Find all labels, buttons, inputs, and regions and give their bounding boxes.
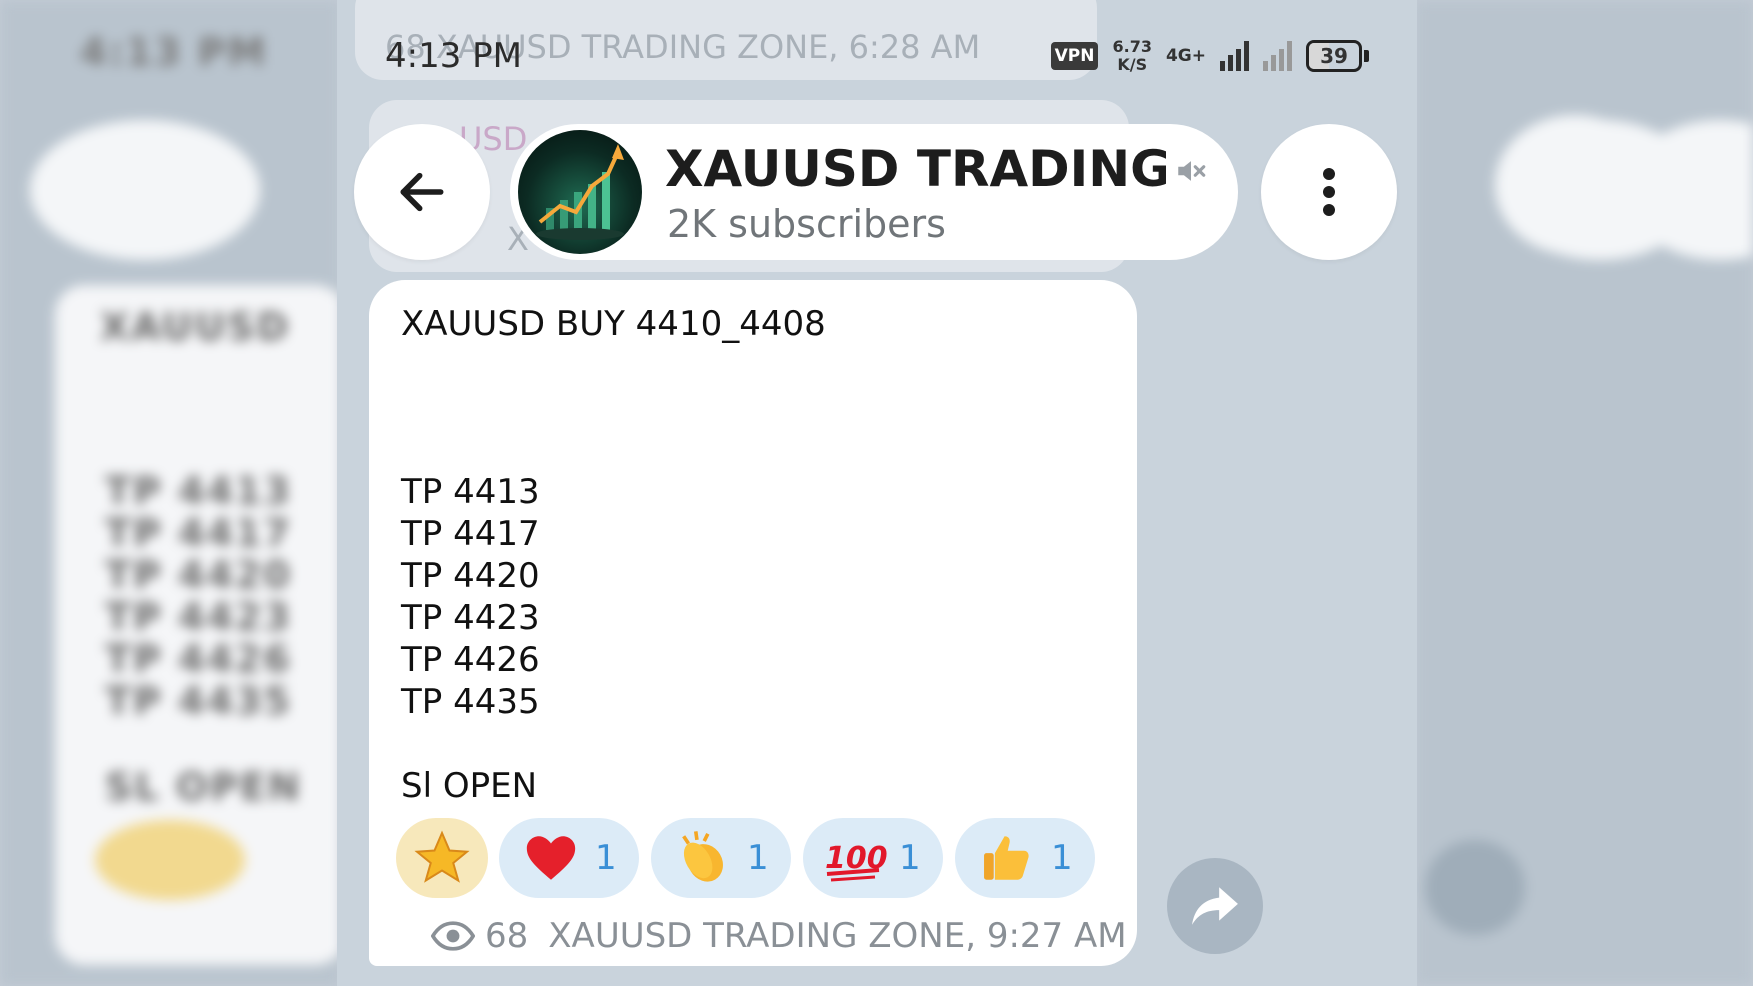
take-profit-line: TP 4435 <box>401 682 540 722</box>
back-button[interactable] <box>354 124 490 260</box>
subscriber-count: 2K subscribers <box>667 202 946 246</box>
take-profit-line: TP 4420 <box>401 556 540 596</box>
reaction-count: 1 <box>595 838 617 878</box>
status-time: 4:13 PM <box>385 36 522 76</box>
battery-percent: 39 <box>1320 44 1348 68</box>
message-footer: 68 XAUUSD TRADING ZONE, 9:27 AM <box>431 916 1127 956</box>
vpn-icon: VPN <box>1050 42 1099 70</box>
channel-header[interactable]: XAUUSD TRADING ZONE 2K subscribers <box>510 124 1238 260</box>
network-type: 4G+ <box>1165 46 1206 66</box>
heart-icon <box>515 822 587 894</box>
message-bubble[interactable]: XAUUSD BUY 4410_4408 TP 4413 TP 4417 TP … <box>369 280 1137 966</box>
reaction-heart[interactable]: 1 <box>499 818 639 898</box>
take-profit-line: TP 4423 <box>401 598 540 638</box>
reaction-count: 1 <box>1051 838 1073 878</box>
forward-button[interactable] <box>1167 858 1263 954</box>
signal-bars-secondary-icon <box>1263 41 1292 71</box>
chart-arrow-icon <box>536 144 624 240</box>
reaction-clap[interactable]: 1 <box>651 818 791 898</box>
take-profit-line: TP 4413 <box>401 472 540 512</box>
arrow-left-icon <box>400 172 444 212</box>
battery-icon: 39 <box>1306 40 1369 72</box>
signal-bars-icon <box>1220 41 1249 71</box>
message-headline: XAUUSD BUY 4410_4408 <box>401 304 826 344</box>
status-bar: 4:13 PM VPN 6.73 K/S 4G+ 39 <box>337 28 1417 88</box>
network-speed-unit: K/S <box>1117 55 1148 74</box>
network-speed: 6.73 K/S <box>1112 38 1151 74</box>
reaction-star[interactable] <box>396 818 488 898</box>
more-options-button[interactable] <box>1261 124 1397 260</box>
channel-title: XAUUSD TRADING ZONE <box>665 140 1195 198</box>
reaction-thumbs-up[interactable]: 1 <box>955 818 1095 898</box>
eye-icon <box>431 921 475 951</box>
reaction-count: 1 <box>899 838 921 878</box>
status-icons: VPN 6.73 K/S 4G+ 39 <box>1050 38 1369 74</box>
take-profit-line: TP 4426 <box>401 640 540 680</box>
stop-loss-line: Sl OPEN <box>401 766 538 806</box>
reaction-count: 1 <box>747 838 769 878</box>
view-count: 68 <box>485 916 529 956</box>
take-profit-line: TP 4417 <box>401 514 540 554</box>
channel-avatar[interactable] <box>518 130 642 254</box>
blurred-backdrop-left: XAUUSD TP 4413 TP 4417 TP 4420 TP 4423 TP 44… <box>0 0 340 986</box>
hundred-points-icon: 100 <box>819 822 891 894</box>
forward-arrow-icon <box>1192 887 1238 925</box>
clapping-hands-icon <box>667 822 739 894</box>
blurred-backdrop-right <box>1415 0 1753 986</box>
message-author-time: XAUUSD TRADING ZONE, 9:27 AM <box>548 916 1127 956</box>
speaker-mute-icon <box>1166 146 1216 196</box>
thumbs-up-icon <box>971 822 1043 894</box>
network-speed-value: 6.73 <box>1112 37 1152 56</box>
more-vertical-icon <box>1323 168 1335 216</box>
reaction-hundred[interactable]: 100 1 <box>803 818 943 898</box>
phone-screen: 68 XAUUSD TRADING ZONE, 6:28 AM USD X 4:… <box>337 0 1417 986</box>
star-icon <box>406 822 478 894</box>
